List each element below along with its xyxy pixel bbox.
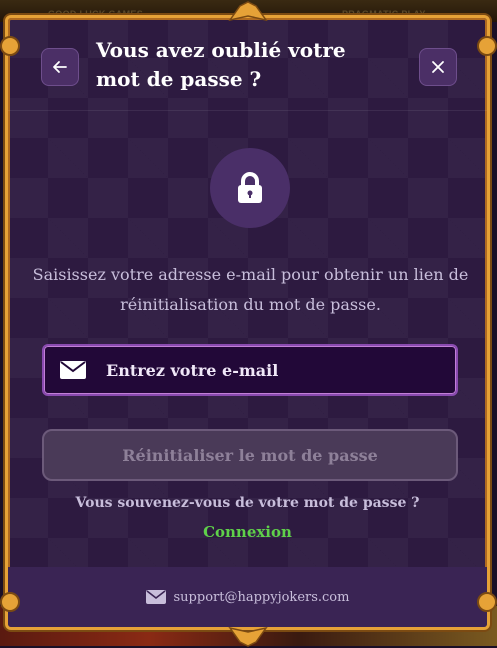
- ornament-corner-icon: [477, 592, 497, 612]
- reset-password-button[interactable]: Réinitialiser le mot de passe: [42, 429, 458, 481]
- support-footer: support@happyjokers.com: [8, 567, 487, 627]
- crest-ornament-icon: [228, 626, 268, 647]
- support-email[interactable]: support@happyjokers.com: [174, 590, 350, 605]
- ornament-corner-icon: [477, 36, 497, 56]
- back-button[interactable]: [41, 48, 79, 86]
- envelope-icon: [145, 590, 166, 604]
- instructions-text: Saisissez votre adresse e-mail pour obte…: [32, 265, 469, 314]
- ornament-corner-icon: [0, 592, 20, 612]
- login-link[interactable]: Connexion: [8, 523, 487, 541]
- close-button[interactable]: [419, 48, 457, 86]
- crest-ornament-icon: [228, 1, 268, 22]
- envelope-icon: [60, 361, 86, 379]
- lock-badge: [210, 148, 290, 228]
- forgot-password-modal: Vous avez oublié votre mot de passe ? Sa…: [5, 15, 490, 630]
- ornament-corner-icon: [0, 36, 20, 56]
- email-field[interactable]: [42, 344, 458, 396]
- close-icon: [432, 61, 444, 73]
- modal-title: Vous avez oublié votre mot de passe ?: [96, 38, 346, 91]
- modal-header: Vous avez oublié votre mot de passe ?: [8, 18, 487, 111]
- remember-password-text: Vous souvenez-vous de votre mot de passe…: [75, 495, 420, 511]
- arrow-left-icon: [53, 61, 67, 73]
- lock-icon: [238, 172, 262, 203]
- email-input[interactable]: [104, 359, 408, 381]
